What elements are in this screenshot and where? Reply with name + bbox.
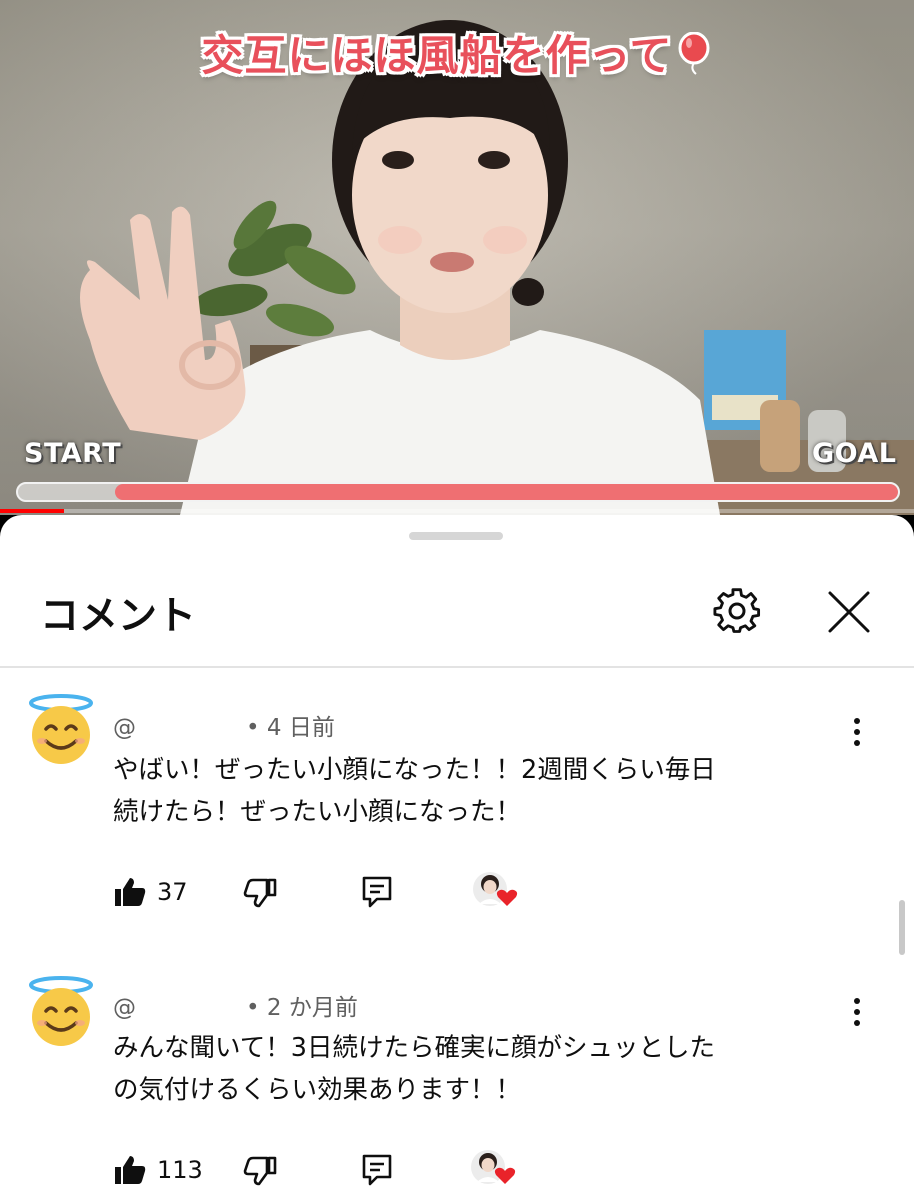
start-label: START: [24, 438, 122, 469]
comment-text-line: やばい！ぜったい小顔になった！！2週間くらい毎日: [113, 755, 716, 785]
balloon-icon: [676, 31, 712, 86]
sheet-drag-handle[interactable]: [409, 532, 503, 540]
close-icon[interactable]: [824, 587, 874, 637]
reply-icon: [362, 1154, 392, 1186]
reply-button[interactable]: [361, 870, 393, 914]
thumbs-down-icon: [243, 1156, 277, 1186]
comment-meta: @ • 4 日前: [113, 708, 335, 742]
comment-text: みんな聞いて！3日続けたら確実に顔がシュッとした の気付けるくらい効果あります！…: [113, 1027, 853, 1111]
creator-heart-icon: [471, 870, 521, 914]
like-button[interactable]: 37: [113, 870, 188, 914]
dislike-button[interactable]: [243, 1148, 277, 1192]
comment-text-line: みんな聞いて！3日続けたら確実に顔がシュッとした: [113, 1033, 715, 1063]
scrollbar-thumb[interactable]: [899, 900, 905, 955]
comments-sheet: コメント @ • 4 日前 やばい！ぜったい小顔になった！！2週間くらい毎日 続…: [0, 515, 914, 1200]
comment-text-line: 続けたら！ぜったい小顔になった！: [113, 797, 522, 827]
video-player[interactable]: 交互にほほ風船を作って START GOAL: [0, 0, 914, 515]
hand-gesture: [80, 206, 246, 440]
smiling-face-with-halo-icon[interactable]: [26, 693, 96, 765]
comment-text: やばい！ぜったい小顔になった！！2週間くらい毎日 続けたら！ぜったい小顔になった…: [113, 749, 853, 833]
video-seek-progress: [0, 509, 64, 513]
like-button[interactable]: 113: [113, 1148, 203, 1192]
thumbs-up-icon: [115, 878, 146, 906]
more-options-icon[interactable]: [842, 713, 872, 753]
comment-author-handle[interactable]: @: [113, 715, 136, 741]
reply-button[interactable]: [361, 1148, 393, 1192]
exercise-progress-bar: [16, 482, 900, 502]
video-seek-bar[interactable]: [0, 509, 914, 513]
exercise-progress-fill: [114, 484, 898, 500]
reply-icon: [362, 876, 392, 908]
like-count: 113: [157, 1156, 203, 1184]
comment-timestamp: • 2 か月前: [246, 995, 358, 1021]
thumbs-up-icon: [115, 1156, 146, 1184]
like-count: 37: [157, 878, 188, 906]
video-title-caption: 交互にほほ風船を作って: [0, 22, 914, 86]
comment-actions: 37: [113, 870, 533, 914]
goal-label: GOAL: [812, 438, 897, 469]
creator-heart-icon: [469, 1148, 519, 1192]
comment-author-handle[interactable]: @: [113, 995, 136, 1021]
comment-text-line: の気付けるくらい効果あります！！: [113, 1075, 522, 1105]
dislike-button[interactable]: [243, 870, 277, 914]
gear-icon[interactable]: [712, 587, 762, 637]
video-title-text: 交互にほほ風船を作って: [201, 31, 673, 80]
smiling-face-with-halo-icon[interactable]: [26, 975, 96, 1047]
thumbs-down-icon: [243, 878, 277, 908]
comments-title: コメント: [40, 594, 197, 639]
comment-meta: @ • 2 か月前: [113, 988, 358, 1022]
comment-timestamp: • 4 日前: [246, 715, 335, 741]
comment-actions: 113: [113, 1148, 533, 1192]
header-divider: [0, 666, 914, 668]
